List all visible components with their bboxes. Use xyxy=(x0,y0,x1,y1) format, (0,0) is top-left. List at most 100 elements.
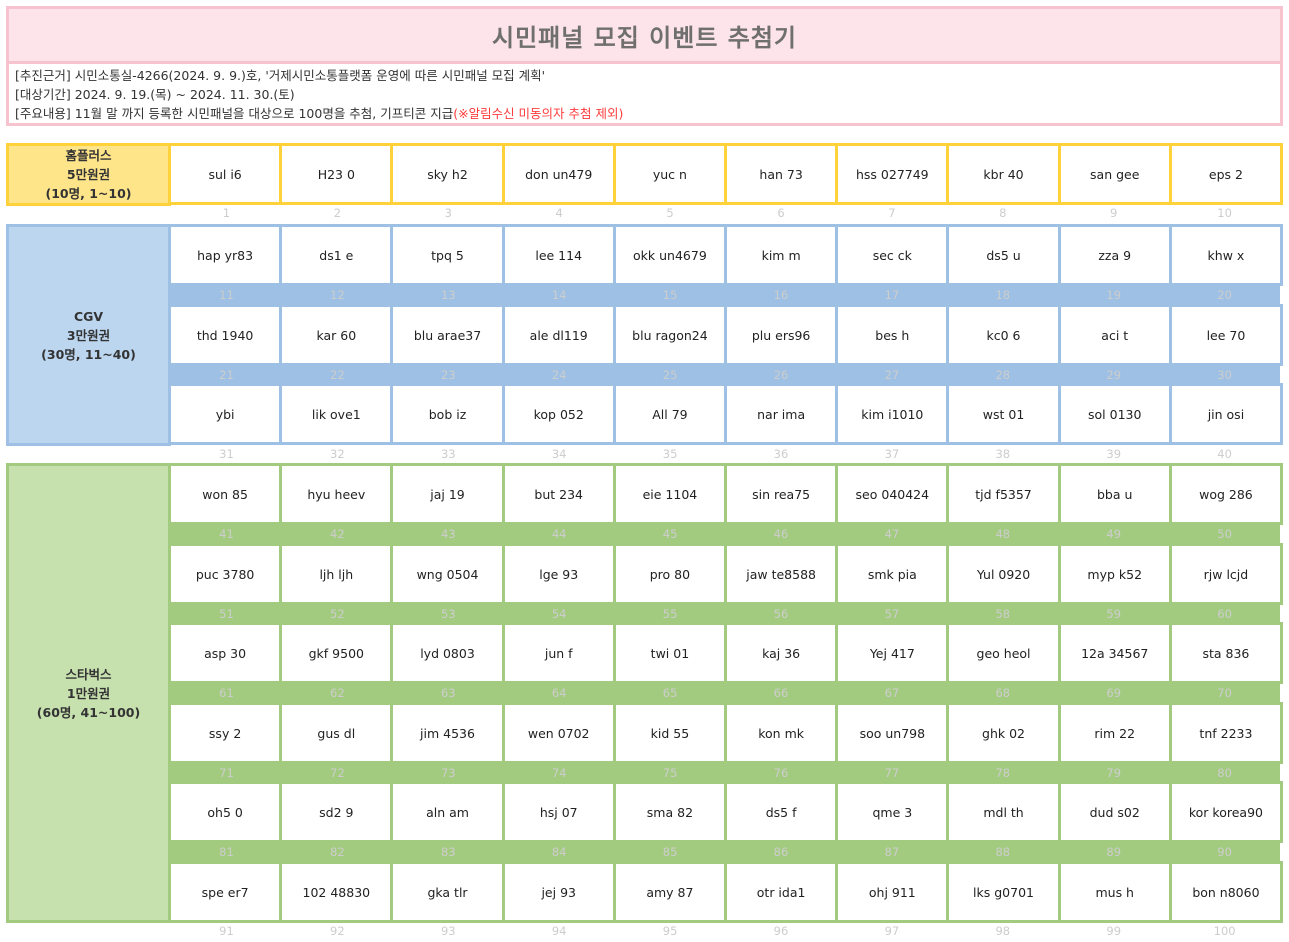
winner-number: 78 xyxy=(995,766,1011,780)
winner-cell: sta 836 xyxy=(1171,625,1281,681)
winner-number: 54 xyxy=(551,607,567,621)
winner-number: 18 xyxy=(995,288,1011,302)
winner-cell: han 73 xyxy=(727,146,836,202)
winner-cell: gus dl xyxy=(282,705,391,761)
winner-cell: sin rea75 xyxy=(727,466,836,522)
winner-cell: jim 4536 xyxy=(393,705,502,761)
winner-cell: kop 052 xyxy=(504,386,613,442)
winner-cell: bba u xyxy=(1060,466,1169,522)
winner-row: spe er7 102 48830 gka tlr jej 93 amy 87 otr i… xyxy=(168,861,1283,923)
winner-cell: tpq 5 xyxy=(393,227,502,283)
group-name: 홈플러스 xyxy=(65,148,112,163)
winner-cell: hsj 07 xyxy=(504,784,613,840)
winner-cell: seo 040424 xyxy=(838,466,947,522)
info-basis: [추진근거] 시민소통실-4266(2024. 9. 9.)호, '거제시민소통… xyxy=(15,68,546,83)
winner-cell: sma 82 xyxy=(615,784,725,840)
winner-cell: sd2 9 xyxy=(282,784,391,840)
winner-cell: lee 70 xyxy=(1171,307,1281,363)
number-row: 1 2 3 4 5 6 7 8 9 10 xyxy=(171,205,1280,222)
winner-number: 62 xyxy=(330,686,345,700)
winner-cell: Yul 0920 xyxy=(949,546,1058,602)
winner-number: 20 xyxy=(1217,288,1232,302)
winner-number: 76 xyxy=(773,766,789,780)
winner-number: 50 xyxy=(1217,527,1232,541)
winner-number: 99 xyxy=(1106,924,1122,938)
winner-number: 66 xyxy=(773,686,789,700)
winner-cell: lyd 0803 xyxy=(393,625,502,681)
winner-number: 70 xyxy=(1217,686,1232,700)
winner-number: 38 xyxy=(995,447,1011,461)
winner-cell: otr ida1 xyxy=(727,864,836,920)
winner-number: 15 xyxy=(662,288,678,302)
winner-number: 13 xyxy=(440,288,456,302)
winner-number: 43 xyxy=(440,527,456,541)
winner-number: 60 xyxy=(1217,607,1232,621)
winner-cell: kim i1010 xyxy=(838,386,947,442)
winner-number: 11 xyxy=(219,288,234,302)
winner-number: 77 xyxy=(884,766,900,780)
winner-cell: ds1 e xyxy=(282,227,391,283)
winner-number: 24 xyxy=(551,368,567,382)
winner-number: 10 xyxy=(1217,206,1232,220)
group-amount: 5만원권 xyxy=(66,167,111,182)
winner-number: 32 xyxy=(330,447,345,461)
winner-cell: nar ima xyxy=(727,386,836,442)
winner-cell: wng 0504 xyxy=(393,546,502,602)
group-name: 스타벅스 xyxy=(65,666,112,682)
winner-cell: puc 3780 xyxy=(171,546,280,602)
winner-number: 58 xyxy=(995,607,1011,621)
number-row: 91 92 93 94 95 96 97 98 99 100 xyxy=(171,923,1280,940)
group-amount: 3만원권 xyxy=(66,327,111,343)
winner-number: 95 xyxy=(662,924,678,938)
winner-cell: jaw te8588 xyxy=(727,546,836,602)
winner-number: 98 xyxy=(995,924,1011,938)
winner-number: 71 xyxy=(219,766,234,780)
winner-number: 30 xyxy=(1217,368,1232,382)
info-panel: [추진근거] 시민소통실-4266(2024. 9. 9.)호, '거제시민소통… xyxy=(6,64,1283,126)
winner-number: 33 xyxy=(440,447,456,461)
winner-number: 1 xyxy=(222,206,231,220)
winner-number: 79 xyxy=(1106,766,1122,780)
winner-number: 37 xyxy=(884,447,900,461)
winner-cell: kbr 40 xyxy=(949,146,1058,202)
winner-cell: but 234 xyxy=(504,466,613,522)
winner-number: 22 xyxy=(330,368,345,382)
winner-cell: don un479 xyxy=(504,146,613,202)
winner-number: 94 xyxy=(551,924,567,938)
winner-number: 93 xyxy=(440,924,456,938)
winner-number: 64 xyxy=(551,686,567,700)
winner-cell: ds5 f xyxy=(727,784,836,840)
winner-number: 35 xyxy=(662,447,678,461)
winner-row: puc 3780 ljh ljh wng 0504 lge 93 pro 80 jaw t… xyxy=(168,543,1283,605)
winner-cell: gkf 9500 xyxy=(282,625,391,681)
winner-cell: jun f xyxy=(504,625,613,681)
winner-number: 65 xyxy=(662,686,678,700)
winner-number: 56 xyxy=(773,607,789,621)
winner-cell: amy 87 xyxy=(615,864,725,920)
winner-number: 74 xyxy=(551,766,567,780)
winner-cell: lks g0701 xyxy=(949,864,1058,920)
winner-cell: aln am xyxy=(393,784,502,840)
winner-number: 34 xyxy=(551,447,567,461)
winner-number: 72 xyxy=(330,766,345,780)
winner-cell: qme 3 xyxy=(838,784,947,840)
winner-cell: thd 1940 xyxy=(171,307,280,363)
winner-cell: eps 2 xyxy=(1171,146,1281,202)
winner-cell: sol 0130 xyxy=(1060,386,1169,442)
winner-cell: bon n8060 xyxy=(1171,864,1281,920)
winner-cell: oh5 0 xyxy=(171,784,280,840)
winner-cell: spe er7 xyxy=(171,864,280,920)
winner-cell: ssy 2 xyxy=(171,705,280,761)
winner-number: 12 xyxy=(330,288,345,302)
winner-cell: kaj 36 xyxy=(727,625,836,681)
winner-number: 29 xyxy=(1106,368,1122,382)
number-row: 61 62 63 64 65 66 67 68 69 70 xyxy=(171,685,1280,702)
winner-number: 69 xyxy=(1106,686,1122,700)
winner-cell: ljh ljh xyxy=(282,546,391,602)
winner-cell: wst 01 xyxy=(949,386,1058,442)
winner-cell: dud s02 xyxy=(1060,784,1169,840)
winner-cell: twi 01 xyxy=(615,625,725,681)
winner-number: 73 xyxy=(440,766,456,780)
info-period: [대상기간] 2024. 9. 19.(목) ~ 2024. 11. 30.(토… xyxy=(15,87,295,102)
winner-number: 53 xyxy=(440,607,456,621)
